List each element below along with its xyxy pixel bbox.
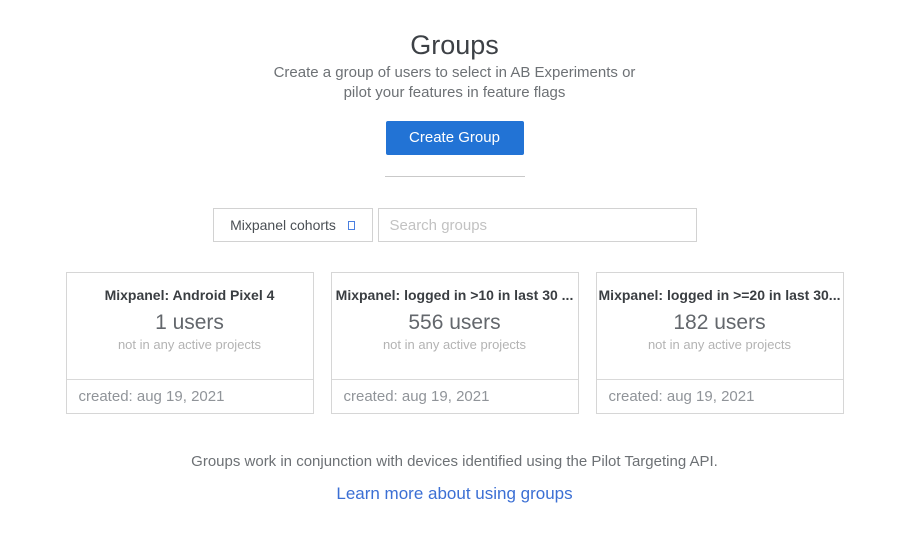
group-card-title: Mixpanel: logged in >=20 in last 30... — [597, 286, 843, 304]
group-card-created: created: aug 19, 2021 — [597, 379, 843, 413]
create-group-button-wrap: Create Group — [0, 121, 909, 155]
learn-more-link[interactable]: Learn more about using groups — [336, 484, 572, 504]
group-card-body: Mixpanel: Android Pixel 4 1 users not in… — [67, 273, 313, 379]
group-card-title: Mixpanel: logged in >10 in last 30 ... — [332, 286, 578, 304]
search-groups-box — [378, 208, 697, 242]
dropdown-indicator-icon — [348, 221, 355, 230]
header-divider — [385, 176, 525, 177]
page-footer: Groups work in conjunction with devices … — [0, 452, 909, 504]
group-card-note: not in any active projects — [67, 337, 313, 353]
page-header: Groups Create a group of users to select… — [0, 0, 909, 177]
search-groups-input[interactable] — [379, 209, 696, 241]
group-card-user-count: 556 users — [332, 311, 578, 335]
group-card[interactable]: Mixpanel: logged in >=20 in last 30... 1… — [596, 272, 844, 414]
group-card-note: not in any active projects — [597, 337, 843, 353]
group-card-user-count: 182 users — [597, 311, 843, 335]
filter-controls: Mixpanel cohorts — [0, 208, 909, 242]
page-subtitle-line1: Create a group of users to select in AB … — [0, 63, 909, 83]
page-title: Groups — [0, 30, 909, 61]
group-card-body: Mixpanel: logged in >=20 in last 30... 1… — [597, 273, 843, 379]
group-card-body: Mixpanel: logged in >10 in last 30 ... 5… — [332, 273, 578, 379]
create-group-button[interactable]: Create Group — [386, 121, 524, 155]
groups-page: Groups Create a group of users to select… — [0, 0, 909, 558]
cohort-source-dropdown-value: Mixpanel cohorts — [230, 217, 336, 233]
group-card-user-count: 1 users — [67, 311, 313, 335]
group-card[interactable]: Mixpanel: Android Pixel 4 1 users not in… — [66, 272, 314, 414]
footer-info-text: Groups work in conjunction with devices … — [0, 452, 909, 472]
page-subtitle-line2: pilot your features in feature flags — [0, 83, 909, 103]
group-card-title: Mixpanel: Android Pixel 4 — [67, 286, 313, 304]
cohort-source-dropdown[interactable]: Mixpanel cohorts — [213, 208, 373, 242]
page-subtitle: Create a group of users to select in AB … — [0, 63, 909, 103]
group-card-note: not in any active projects — [332, 337, 578, 353]
group-card-list: Mixpanel: Android Pixel 4 1 users not in… — [0, 272, 909, 414]
group-card-created: created: aug 19, 2021 — [332, 379, 578, 413]
group-card[interactable]: Mixpanel: logged in >10 in last 30 ... 5… — [331, 272, 579, 414]
group-card-created: created: aug 19, 2021 — [67, 379, 313, 413]
